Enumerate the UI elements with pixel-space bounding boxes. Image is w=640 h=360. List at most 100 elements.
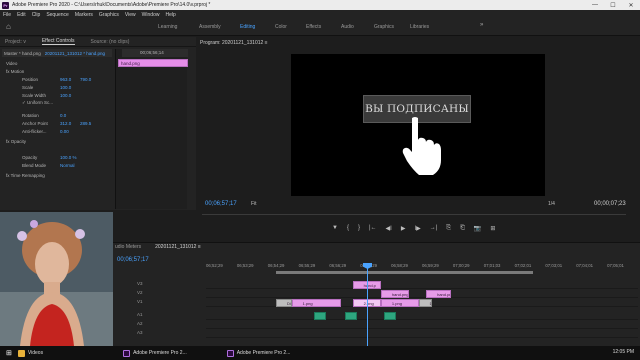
sequence-label[interactable]: 20201121_131012 * hand.png: [45, 51, 105, 56]
timeline-clip[interactable]: Dip to Black: [418, 299, 432, 307]
menu-view[interactable]: View: [125, 12, 136, 18]
fx-property-name: fx Motion: [6, 68, 25, 74]
video-frame: ВЫ ПОДПИСАНЫ: [291, 54, 545, 196]
fx-clip-bar[interactable]: hand.png: [118, 59, 188, 67]
compare-view-icon[interactable]: ⊞: [490, 225, 495, 232]
program-scrubber[interactable]: [202, 210, 626, 215]
tab-editing[interactable]: Editing: [240, 24, 255, 30]
export-frame-icon[interactable]: 📷: [474, 225, 481, 232]
taskbar-videos[interactable]: Videos: [17, 349, 43, 357]
ruler-tick-label: 06;55;29: [298, 263, 316, 268]
timeline-clip[interactable]: 1.png: [380, 299, 419, 307]
master-label[interactable]: Master * hand.png: [4, 51, 41, 56]
menu-clip[interactable]: Clip: [32, 12, 41, 18]
fx-property-value-2[interactable]: 790.0: [80, 77, 91, 82]
tab-effects[interactable]: Effects: [306, 24, 321, 30]
zoom-fit-select[interactable]: Fit: [251, 201, 257, 207]
minimize-button[interactable]: —: [586, 2, 604, 9]
fx-property-value[interactable]: 312.0: [60, 121, 71, 126]
start-button[interactable]: ⊞: [6, 349, 12, 357]
tab-project[interactable]: Project: v: [5, 39, 26, 45]
playhead-line[interactable]: [367, 263, 368, 347]
timeline-clip[interactable]: hand.png: [426, 290, 451, 298]
track-header-v3[interactable]: V3: [115, 281, 205, 289]
fx-property-name: Anti-flicker...: [22, 128, 47, 134]
track-lane[interactable]: [206, 330, 638, 338]
resolution-select[interactable]: 1/4: [548, 201, 555, 207]
fx-property-row[interactable]: fx Opacity: [6, 137, 118, 145]
fx-property-name: fx Opacity: [6, 138, 27, 144]
tab-sequence[interactable]: 20201121_131012 ≡: [155, 244, 201, 250]
track-lane[interactable]: hand.p: [206, 281, 638, 289]
tab-color[interactable]: Color: [275, 24, 287, 30]
fx-property-value-2[interactable]: 289.5: [80, 121, 91, 126]
fx-clip-header: Master * hand.png 20201121_131012 * hand…: [2, 49, 112, 57]
add-marker-button[interactable]: ▼: [332, 225, 338, 232]
taskbar-premiere-2[interactable]: Adobe Premiere Pro 2...: [226, 349, 290, 357]
menu-markers[interactable]: Markers: [75, 12, 93, 18]
go-to-in-button[interactable]: |←: [369, 225, 377, 232]
timeline-clip[interactable]: Dip to Black: [276, 299, 292, 307]
track-header-a3[interactable]: A3: [115, 330, 205, 338]
tab-libraries[interactable]: Libraries: [410, 24, 429, 30]
fx-property-value[interactable]: 963.0: [60, 77, 71, 82]
step-back-button[interactable]: ◀I: [386, 225, 392, 232]
tab-audio[interactable]: Audio: [341, 24, 354, 30]
fx-property-value[interactable]: 0.0: [60, 113, 66, 118]
fx-property-value[interactable]: 100.0: [60, 85, 71, 90]
fx-property-value[interactable]: 100.0: [60, 93, 71, 98]
fx-property-row[interactable]: fx Time Remapping: [6, 171, 118, 179]
program-title[interactable]: Program: 20201121_131012 ≡: [200, 40, 268, 46]
program-duration: 00;00;07;23: [594, 201, 626, 207]
track-header-a1[interactable]: A1: [115, 312, 205, 320]
track-header-v2[interactable]: V2: [115, 290, 205, 298]
fx-property-value[interactable]: 100.0 %: [60, 155, 77, 160]
play-button[interactable]: ▶: [401, 225, 406, 232]
mark-in-button[interactable]: {: [347, 225, 349, 232]
tab-graphics[interactable]: Graphics: [374, 24, 394, 30]
track-lane[interactable]: [206, 321, 638, 329]
timeline-clip[interactable]: hand.png: [380, 290, 410, 298]
timeline-clip[interactable]: [313, 312, 326, 320]
tab-assembly[interactable]: Assembly: [199, 24, 221, 30]
step-forward-button[interactable]: I▶: [414, 225, 420, 232]
program-monitor: Program: 20201121_131012 ≡ ВЫ ПОДПИСАНЫ …: [196, 37, 640, 240]
extract-button[interactable]: ⎗: [460, 225, 465, 232]
menu-sequence[interactable]: Sequence: [46, 12, 69, 18]
tab-audio-meters[interactable]: udio Meters: [115, 244, 141, 250]
program-timecode[interactable]: 00;06;57;17: [205, 201, 237, 207]
track-header-v1[interactable]: V1: [115, 299, 205, 307]
tab-source[interactable]: Source: (no clips): [91, 39, 130, 45]
more-workspaces-icon[interactable]: »: [480, 22, 483, 28]
work-area-bar[interactable]: [276, 271, 533, 274]
lift-button[interactable]: ⎘: [446, 225, 451, 232]
menu-bar: File Edit Clip Sequence Markers Graphics…: [0, 10, 640, 19]
go-to-out-button[interactable]: →|: [430, 225, 438, 232]
time-ruler[interactable]: 06;52;29 06;53;29 06;54;29 06;55;29 06;56;29…: [206, 263, 638, 271]
close-button[interactable]: ✕: [622, 2, 640, 9]
clock[interactable]: 12:05 PM: [613, 349, 634, 355]
timeline-timecode[interactable]: 00;06;57;17: [117, 257, 149, 263]
ruler-tick-label: 06;56;29: [329, 263, 347, 268]
track-lane[interactable]: [206, 312, 638, 320]
menu-graphics[interactable]: Graphics: [99, 12, 119, 18]
menu-window[interactable]: Window: [142, 12, 160, 18]
taskbar-premiere-1[interactable]: Adobe Premiere Pro 2...: [123, 349, 187, 357]
menu-edit[interactable]: Edit: [17, 12, 26, 18]
track-lane[interactable]: hand.png hand.png: [206, 290, 638, 298]
track-header-a2[interactable]: A2: [115, 321, 205, 329]
home-icon[interactable]: ⌂: [6, 23, 14, 31]
menu-help[interactable]: Help: [165, 12, 175, 18]
timeline-clip[interactable]: [344, 312, 357, 320]
timeline-clip[interactable]: [383, 312, 396, 320]
mark-out-button[interactable]: }: [358, 225, 360, 232]
fx-property-row[interactable]: fx Motion: [6, 67, 118, 75]
timeline-clip[interactable]: 1.png: [291, 299, 341, 307]
tab-effect-controls[interactable]: Effect Controls: [41, 38, 75, 45]
fx-property-value[interactable]: 0.00: [60, 129, 69, 134]
fx-property-value[interactable]: Normal: [60, 163, 75, 168]
menu-file[interactable]: File: [3, 12, 11, 18]
tab-learning[interactable]: Learning: [158, 24, 177, 30]
maximize-button[interactable]: ☐: [604, 2, 622, 9]
track-lane[interactable]: 2.pngDip to Black1.png1.pngDip to Black: [206, 299, 638, 307]
